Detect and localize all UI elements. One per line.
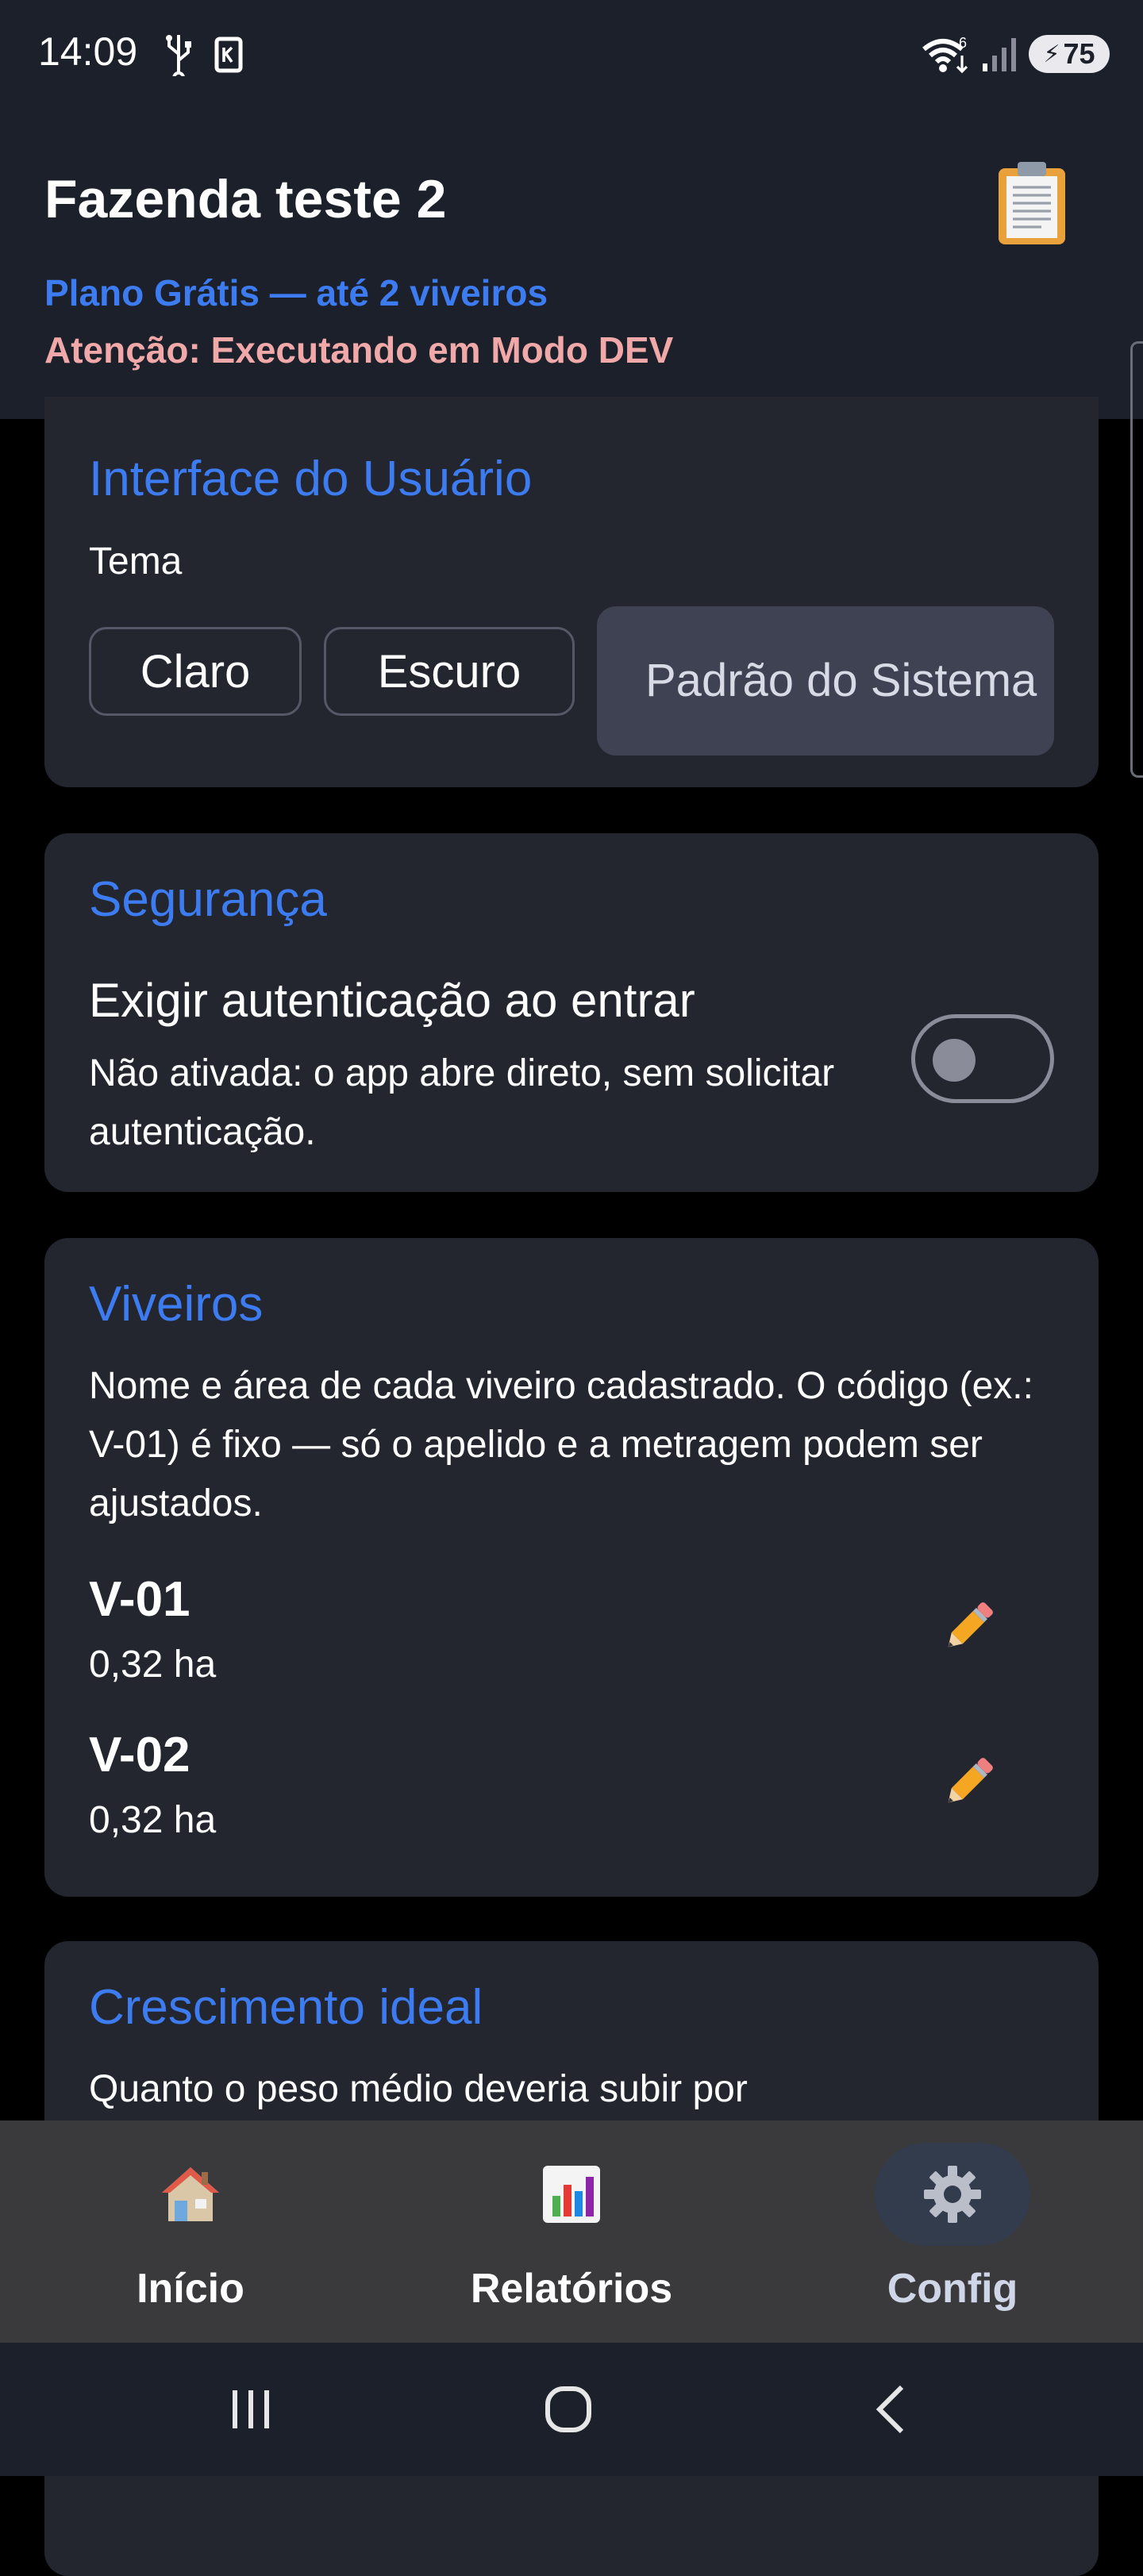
viveiro-code: V-02 bbox=[89, 1728, 190, 1782]
viveiro-code: V-01 bbox=[89, 1572, 190, 1627]
home-icon[interactable] bbox=[537, 2378, 600, 2441]
nav-icon-wrap bbox=[875, 2143, 1030, 2246]
scroll-indicator bbox=[1130, 341, 1143, 778]
nav-label-config: Config bbox=[887, 2266, 1018, 2312]
theme-dark-button[interactable]: Escuro bbox=[324, 627, 575, 716]
security-card: Segurança Exigir autenticação ao entrar … bbox=[44, 833, 1099, 1192]
toggle-knob bbox=[933, 1039, 976, 1082]
back-icon[interactable] bbox=[860, 2378, 924, 2441]
status-bar: 14:09 6 ⚡ 75 bbox=[0, 0, 1143, 103]
sim-icon bbox=[214, 37, 243, 73]
plan-text: Plano Grátis — até 2 viveiros bbox=[44, 272, 548, 313]
battery-level: 75 bbox=[1063, 37, 1095, 70]
clipboard-icon[interactable] bbox=[994, 159, 1070, 248]
nav-label-reports: Relatórios bbox=[470, 2266, 673, 2312]
nav-icon-wrap bbox=[113, 2143, 268, 2246]
status-time: 14:09 bbox=[38, 29, 138, 74]
usb-icon bbox=[166, 35, 191, 76]
viveiros-description: Nome e área de cada viveiro cadastrado. … bbox=[89, 1365, 1033, 1524]
security-title: Segurança bbox=[89, 872, 327, 927]
viveiros-card: Viveiros Nome e área de cada viveiro cad… bbox=[44, 1238, 1099, 1897]
app-header: Fazenda teste 2 Plano Grátis — até 2 viv… bbox=[0, 103, 1143, 419]
signal-icon bbox=[983, 38, 1016, 71]
nav-icon-wrap bbox=[494, 2143, 649, 2246]
viveiro-area: 0,32 ha bbox=[89, 1644, 217, 1686]
theme-light-button[interactable]: Claro bbox=[89, 627, 302, 716]
nav-label-home: Início bbox=[137, 2266, 244, 2312]
viveiro-area: 0,32 ha bbox=[89, 1799, 217, 1841]
wifi-icon: 6 bbox=[922, 35, 968, 74]
pencil-icon[interactable] bbox=[937, 1595, 1000, 1659]
bottom-nav: Início Relatórios Config bbox=[0, 2120, 1143, 2343]
growth-description: Quanto o peso médio deveria subir por bbox=[89, 2068, 748, 2110]
nav-item-config[interactable]: Config bbox=[762, 2120, 1143, 2343]
dev-warning: Atenção: Executando em Modo DEV bbox=[44, 329, 674, 371]
theme-system-button[interactable]: Padrão do Sistema bbox=[597, 606, 1054, 755]
recent-apps-icon[interactable] bbox=[219, 2378, 283, 2441]
viveiros-title: Viveiros bbox=[89, 1277, 264, 1332]
auth-heading: Exigir autenticação ao entrar bbox=[89, 974, 695, 1027]
system-nav bbox=[0, 2343, 1143, 2476]
pencil-icon[interactable] bbox=[937, 1751, 1000, 1814]
interface-title: Interface do Usuário bbox=[89, 452, 533, 506]
growth-title: Crescimento ideal bbox=[89, 1980, 483, 2035]
nav-item-home[interactable]: Início bbox=[0, 2120, 381, 2343]
auth-description: Não ativada: o app abre direto, sem soli… bbox=[89, 1052, 835, 1153]
interface-card: Interface do Usuário Tema Claro Escuro P… bbox=[44, 397, 1099, 787]
auth-toggle[interactable] bbox=[911, 1014, 1054, 1103]
battery-icon: ⚡ 75 bbox=[1029, 35, 1110, 73]
gear-icon bbox=[924, 2166, 981, 2223]
theme-label: Tema bbox=[89, 540, 183, 582]
nav-item-reports[interactable]: Relatórios bbox=[381, 2120, 762, 2343]
bar-chart-icon bbox=[543, 2166, 600, 2223]
house-icon bbox=[162, 2167, 219, 2221]
farm-title: Fazenda teste 2 bbox=[44, 169, 447, 229]
svg-text:6: 6 bbox=[959, 35, 967, 51]
